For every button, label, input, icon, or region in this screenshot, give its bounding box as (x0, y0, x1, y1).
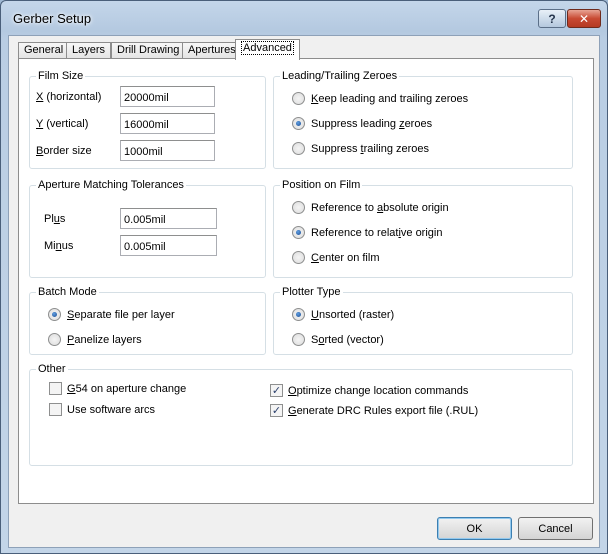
radio-selected-icon (292, 226, 305, 239)
radio-keep-leading-trailing[interactable]: Keep leading and trailing zeroes (292, 92, 468, 105)
x-horizontal-label: X (horizontal) (36, 91, 102, 103)
radio-icon (292, 251, 305, 264)
radio-icon (292, 201, 305, 214)
y-vertical-label: Y (vertical) (36, 118, 89, 130)
tab-layers[interactable]: Layers (66, 42, 112, 59)
radio-icon (292, 333, 305, 346)
radio-unsorted-raster[interactable]: Unsorted (raster) (292, 308, 394, 321)
border-size-input[interactable] (120, 140, 215, 161)
cancel-button[interactable]: Cancel (518, 517, 593, 540)
radio-icon (292, 92, 305, 105)
minus-tolerance-input[interactable] (120, 235, 217, 256)
radio-suppress-trailing[interactable]: Suppress trailing zeroes (292, 142, 429, 155)
help-button[interactable]: ? (538, 9, 566, 28)
radio-separate-file-per-layer[interactable]: Separate file per layer (48, 308, 175, 321)
radio-suppress-leading[interactable]: Suppress leading zeroes (292, 117, 432, 130)
plotter-type-title: Plotter Type (280, 286, 343, 299)
leading-trailing-zeroes-title: Leading/Trailing Zeroes (280, 70, 400, 83)
ok-button[interactable]: OK (437, 517, 512, 540)
radio-selected-icon (292, 117, 305, 130)
checkbox-optimize-location-commands[interactable]: ✓ Optimize change location commands (270, 384, 468, 397)
border-size-label: Border size (36, 145, 92, 157)
tab-general[interactable]: General (18, 42, 70, 59)
close-icon: ✕ (578, 11, 590, 26)
checkbox-generate-drc-rules[interactable]: ✓ Generate DRC Rules export file (.RUL) (270, 404, 478, 417)
position-on-film-group: Position on Film Reference to absolute o… (273, 179, 573, 278)
radio-icon (292, 142, 305, 155)
aperture-tolerances-title: Aperture Matching Tolerances (36, 179, 186, 192)
tab-drill-drawing[interactable]: Drill Drawing (111, 42, 186, 59)
dialog-client-area: General Layers Drill Drawing Apertures A… (8, 35, 600, 548)
radio-selected-icon (292, 308, 305, 321)
plotter-type-group: Plotter Type Unsorted (raster) Sorted (v… (273, 286, 573, 355)
tab-advanced[interactable]: Advanced (235, 39, 300, 60)
checkbox-icon (49, 403, 62, 416)
advanced-tab-page: Film Size X (horizontal) Y (vertical) Bo… (18, 58, 594, 504)
radio-relative-origin[interactable]: Reference to relative origin (292, 226, 442, 239)
aperture-tolerances-group: Aperture Matching Tolerances Plus Minus (29, 179, 266, 278)
position-on-film-title: Position on Film (280, 179, 363, 192)
plus-label: Plus (44, 213, 66, 225)
other-title: Other (36, 363, 68, 376)
leading-trailing-zeroes-group: Leading/Trailing Zeroes Keep leading and… (273, 70, 573, 169)
title-bar[interactable]: Gerber Setup ? ✕ (1, 1, 607, 35)
checkbox-use-software-arcs[interactable]: Use software arcs (49, 403, 155, 416)
window-title: Gerber Setup (13, 11, 92, 26)
batch-mode-title: Batch Mode (36, 286, 99, 299)
checkmark-icon: ✓ (270, 404, 283, 417)
batch-mode-group: Batch Mode Separate file per layer Panel… (29, 286, 266, 355)
radio-absolute-origin[interactable]: Reference to absolute origin (292, 201, 449, 214)
radio-selected-icon (48, 308, 61, 321)
checkbox-icon (49, 382, 62, 395)
radio-icon (48, 333, 61, 346)
checkbox-g54-aperture-change[interactable]: G54 on aperture change (49, 382, 186, 395)
x-horizontal-input[interactable] (120, 86, 215, 107)
tab-apertures[interactable]: Apertures (182, 42, 242, 59)
checkmark-icon: ✓ (270, 384, 283, 397)
radio-center-on-film[interactable]: Center on film (292, 251, 379, 264)
radio-panelize-layers[interactable]: Panelize layers (48, 333, 142, 346)
gerber-setup-window: Gerber Setup ? ✕ General Layers Drill Dr… (0, 0, 608, 554)
plus-tolerance-input[interactable] (120, 208, 217, 229)
other-group: Other G54 on aperture change Use softwar… (29, 363, 573, 466)
y-vertical-input[interactable] (120, 113, 215, 134)
close-button[interactable]: ✕ (567, 9, 601, 28)
radio-sorted-vector[interactable]: Sorted (vector) (292, 333, 384, 346)
film-size-group: Film Size X (horizontal) Y (vertical) Bo… (29, 70, 266, 169)
film-size-title: Film Size (36, 70, 86, 83)
minus-label: Minus (44, 240, 74, 252)
